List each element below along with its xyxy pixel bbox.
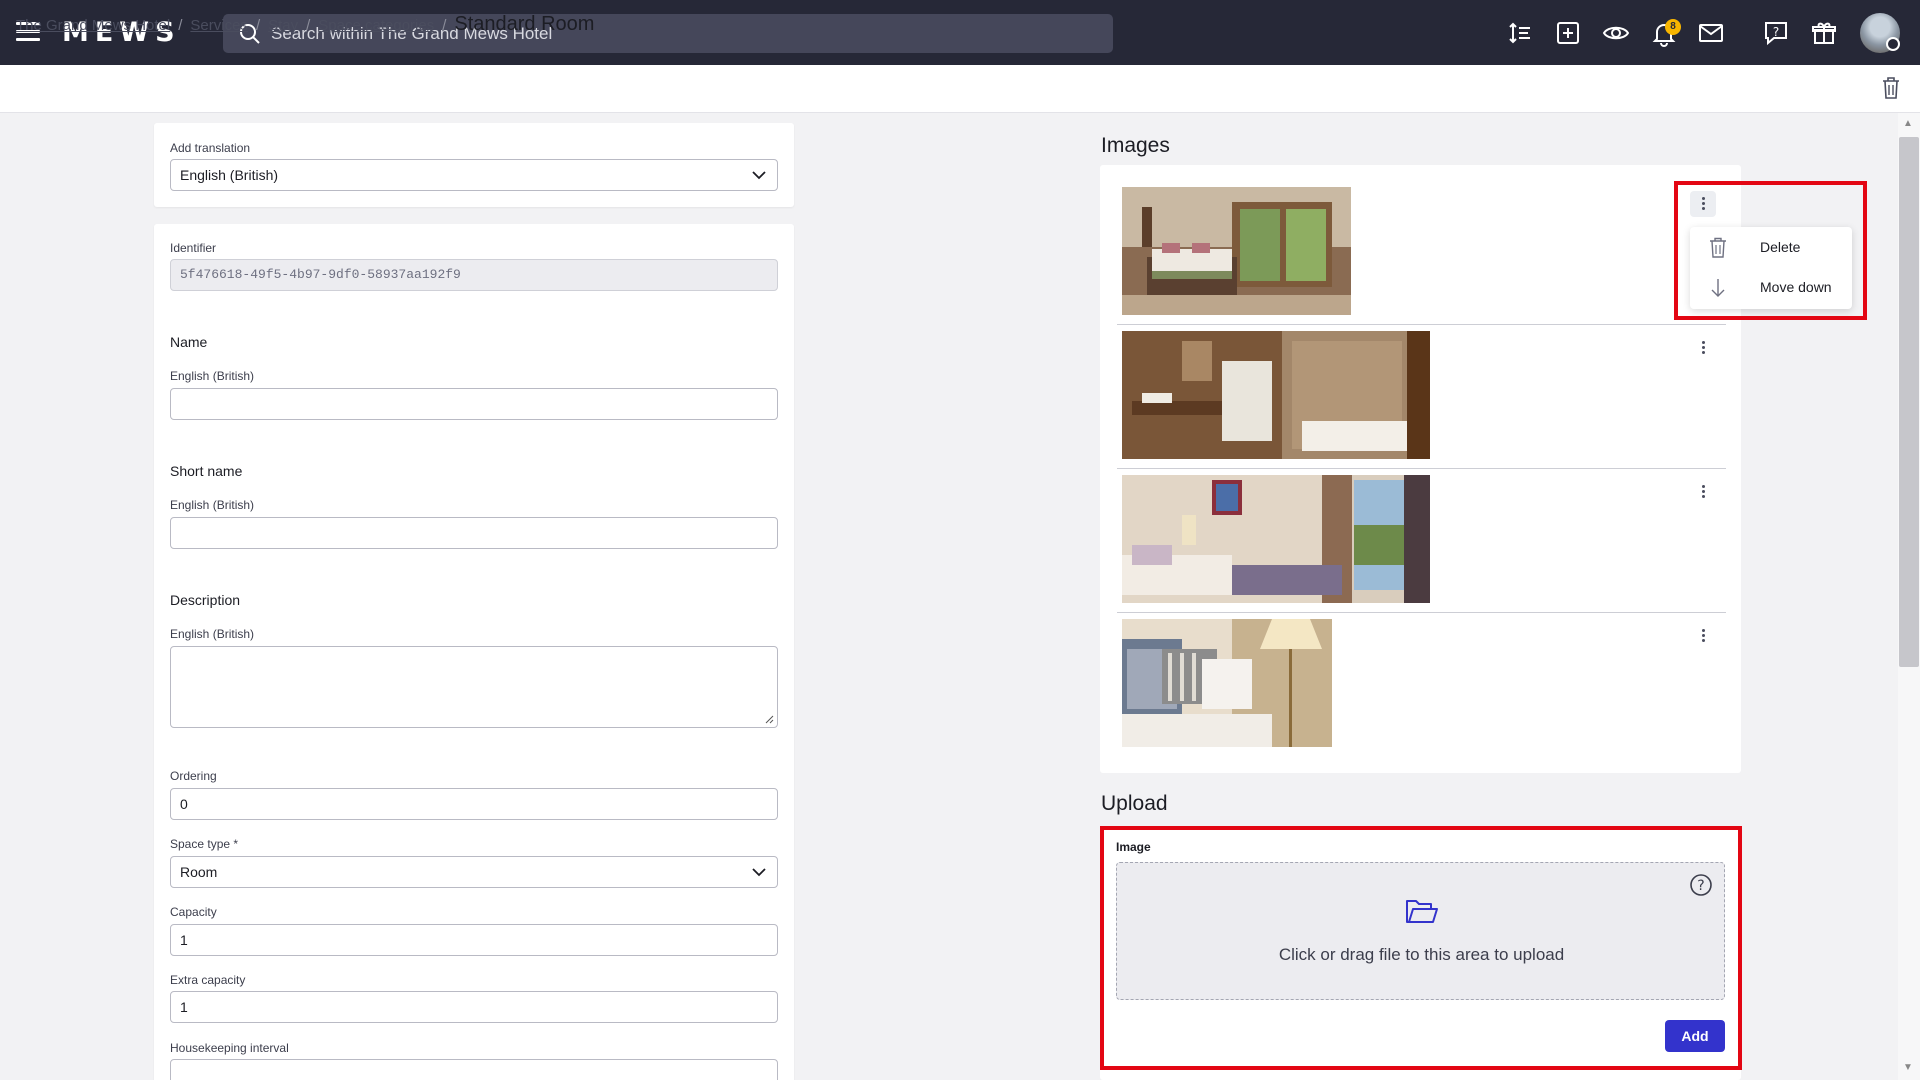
capacity-input[interactable]: 1 bbox=[170, 924, 778, 956]
add-translation-select[interactable]: English (British) bbox=[170, 159, 778, 191]
description-section-title: Description bbox=[170, 592, 241, 608]
capacity-label: Capacity bbox=[170, 905, 217, 919]
scroll-down-arrow[interactable]: ▼ bbox=[1903, 1062, 1913, 1073]
bathroom-image-thumbnail[interactable] bbox=[1122, 331, 1430, 459]
breadcrumb-hotel[interactable]: The Grand Mews Hotel bbox=[16, 17, 170, 34]
housekeeping-interval-label: Housekeeping interval bbox=[170, 1041, 289, 1055]
gift-icon[interactable] bbox=[1810, 19, 1838, 47]
image-3-more-icon[interactable] bbox=[1690, 479, 1716, 505]
trash-icon[interactable] bbox=[1880, 76, 1902, 100]
notification-badge: 8 bbox=[1665, 19, 1681, 35]
upload-highlight-box bbox=[1100, 826, 1742, 1070]
extra-capacity-label: Extra capacity bbox=[170, 973, 246, 987]
days-suffix: Days bbox=[742, 1070, 769, 1080]
breadcrumb-services[interactable]: Services bbox=[190, 17, 248, 34]
add-box-icon[interactable] bbox=[1554, 19, 1582, 47]
extra-capacity-input[interactable]: 1 bbox=[170, 991, 778, 1023]
breadcrumb: The Grand Mews Hotel / Services / Stay / Space… bbox=[16, 13, 595, 35]
help-chat-icon[interactable]: ? bbox=[1762, 19, 1790, 47]
suite-image-thumbnail[interactable] bbox=[1122, 475, 1430, 603]
name-language-label: English (British) bbox=[170, 369, 255, 383]
eye-icon[interactable] bbox=[1602, 19, 1630, 47]
short-name-input[interactable] bbox=[170, 517, 778, 549]
add-translation-value: English (British) bbox=[180, 167, 279, 183]
chevron-down-icon bbox=[752, 171, 766, 180]
name-input[interactable] bbox=[170, 388, 778, 420]
image-2-more-icon[interactable] bbox=[1690, 335, 1716, 361]
resize-handle-icon[interactable] bbox=[764, 714, 774, 724]
breadcrumb-bar bbox=[0, 65, 1920, 113]
page-title: Standard Room bbox=[454, 13, 595, 35]
description-textarea[interactable] bbox=[170, 646, 778, 728]
space-type-label: Space type * bbox=[170, 837, 239, 851]
identifier-label: Identifier bbox=[170, 241, 217, 255]
svg-text:?: ? bbox=[1773, 25, 1779, 39]
scrollbar-thumb[interactable] bbox=[1899, 137, 1919, 667]
mail-icon[interactable] bbox=[1697, 19, 1725, 47]
chevron-down-icon bbox=[752, 868, 766, 877]
image-4-more-icon[interactable] bbox=[1690, 623, 1716, 649]
scroll-up-arrow[interactable]: ▲ bbox=[1903, 118, 1913, 129]
images-heading: Images bbox=[1101, 134, 1170, 157]
description-language-label: English (British) bbox=[170, 627, 255, 641]
identifier-field: 5f476618-49f5-4b97-9df0-58937aa192f9 bbox=[170, 259, 778, 291]
short-name-language-label: English (British) bbox=[170, 498, 255, 512]
short-name-section-title: Short name bbox=[170, 463, 243, 479]
ordering-label: Ordering bbox=[170, 769, 217, 783]
sort-icon[interactable] bbox=[1506, 19, 1534, 47]
ordering-input[interactable]: 0 bbox=[170, 788, 778, 820]
breadcrumb-stay[interactable]: Stay bbox=[268, 17, 298, 34]
status-indicator bbox=[1886, 37, 1900, 51]
space-type-value: Room bbox=[180, 864, 218, 880]
breadcrumb-space-categories[interactable]: Space categories bbox=[318, 17, 434, 34]
upload-heading: Upload bbox=[1101, 792, 1168, 815]
housekeeping-interval-input[interactable]: Days bbox=[170, 1059, 778, 1080]
menu-highlight-box bbox=[1674, 181, 1867, 320]
space-type-select[interactable]: Room bbox=[170, 856, 778, 888]
room-image-thumbnail[interactable] bbox=[1122, 187, 1351, 315]
bed-lamp-image-thumbnail[interactable] bbox=[1122, 619, 1332, 747]
name-section-title: Name bbox=[170, 334, 208, 350]
add-translation-label: Add translation bbox=[170, 141, 251, 155]
